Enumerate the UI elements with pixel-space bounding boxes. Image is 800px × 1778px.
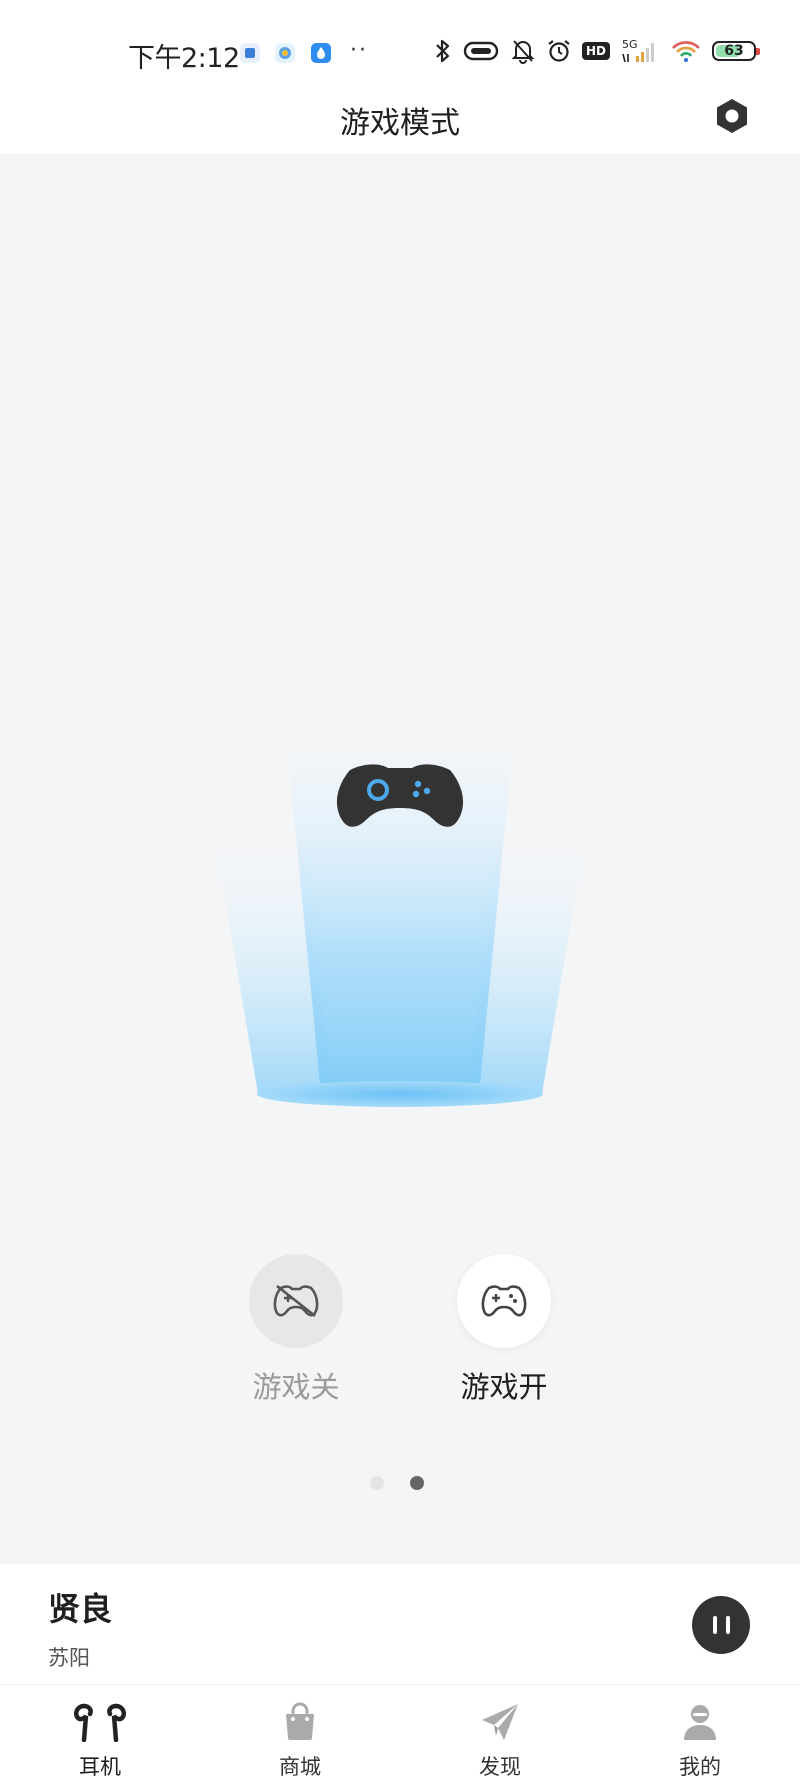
- paper-plane-icon: [482, 1704, 518, 1740]
- wifi-icon: [670, 39, 702, 63]
- shopping-bag-icon: [286, 1702, 314, 1740]
- game-on-label: 游戏开: [460, 1370, 548, 1404]
- controller-on-icon: [481, 1285, 527, 1317]
- pause-icon: [712, 1616, 717, 1634]
- game-on-button[interactable]: [457, 1254, 551, 1348]
- track-artist: 苏阳: [48, 1646, 90, 1670]
- now-playing-bar[interactable]: 贤良 苏阳: [0, 1564, 800, 1684]
- hex-settings-icon: [717, 99, 747, 133]
- nav-item-me[interactable]: 我的: [640, 1699, 760, 1778]
- alarm-icon: [546, 38, 572, 64]
- nav-label-earbuds: 耳机: [79, 1755, 121, 1778]
- controller-off-icon: [273, 1284, 319, 1318]
- game-off-button[interactable]: [249, 1254, 343, 1348]
- bluetooth-icon: [434, 38, 452, 64]
- pause-button[interactable]: [692, 1596, 750, 1654]
- status-time: 下午2:12: [128, 43, 240, 74]
- page-dot-1[interactable]: [370, 1476, 384, 1490]
- mute-bell-icon: [510, 38, 536, 64]
- settings-button[interactable]: [712, 96, 752, 136]
- nav-item-discover[interactable]: 发现: [440, 1699, 560, 1778]
- more-notifications-icon: ··: [350, 38, 368, 63]
- game-controller-illustration: [218, 754, 582, 1107]
- drop-app-icon: [311, 43, 331, 63]
- nav-label-me: 我的: [679, 1755, 721, 1778]
- nav-label-store: 商城: [279, 1755, 321, 1778]
- game-off-label: 游戏关: [252, 1370, 340, 1404]
- page-indicator: [370, 1476, 424, 1490]
- status-icons: HD 5G 63: [434, 38, 760, 64]
- bottom-nav: 耳机 商城 发现 我的: [0, 1684, 800, 1778]
- page-title: 游戏模式: [340, 106, 460, 141]
- light-platform: [257, 1081, 543, 1107]
- page-dot-2[interactable]: [410, 1476, 424, 1490]
- game-mode-panel: 游戏关 游戏开: [0, 154, 800, 1564]
- nav-label-discover: 发现: [479, 1755, 521, 1778]
- nav-item-earbuds[interactable]: 耳机: [40, 1699, 160, 1778]
- battery-indicator: 63: [712, 41, 760, 61]
- notification-app-icon: [240, 43, 260, 63]
- track-title: 贤良: [48, 1590, 113, 1628]
- nav-item-store[interactable]: 商城: [240, 1699, 360, 1778]
- game-mode-off-option[interactable]: 游戏关: [196, 1254, 396, 1406]
- earbuds-icon: [74, 1703, 126, 1742]
- game-mode-on-option[interactable]: 游戏开: [404, 1254, 604, 1406]
- user-icon: [684, 1705, 716, 1740]
- chat-app-icon: [275, 43, 295, 63]
- status-bar: 下午2:12 ·· HD 5G 63: [0, 0, 800, 90]
- cell-signal-icon: 5G: [620, 38, 660, 64]
- svg-text:5G: 5G: [622, 38, 638, 51]
- app-header: 游戏模式: [0, 90, 800, 154]
- vibrate-icon: [462, 40, 500, 62]
- hd-badge: HD: [581, 42, 610, 60]
